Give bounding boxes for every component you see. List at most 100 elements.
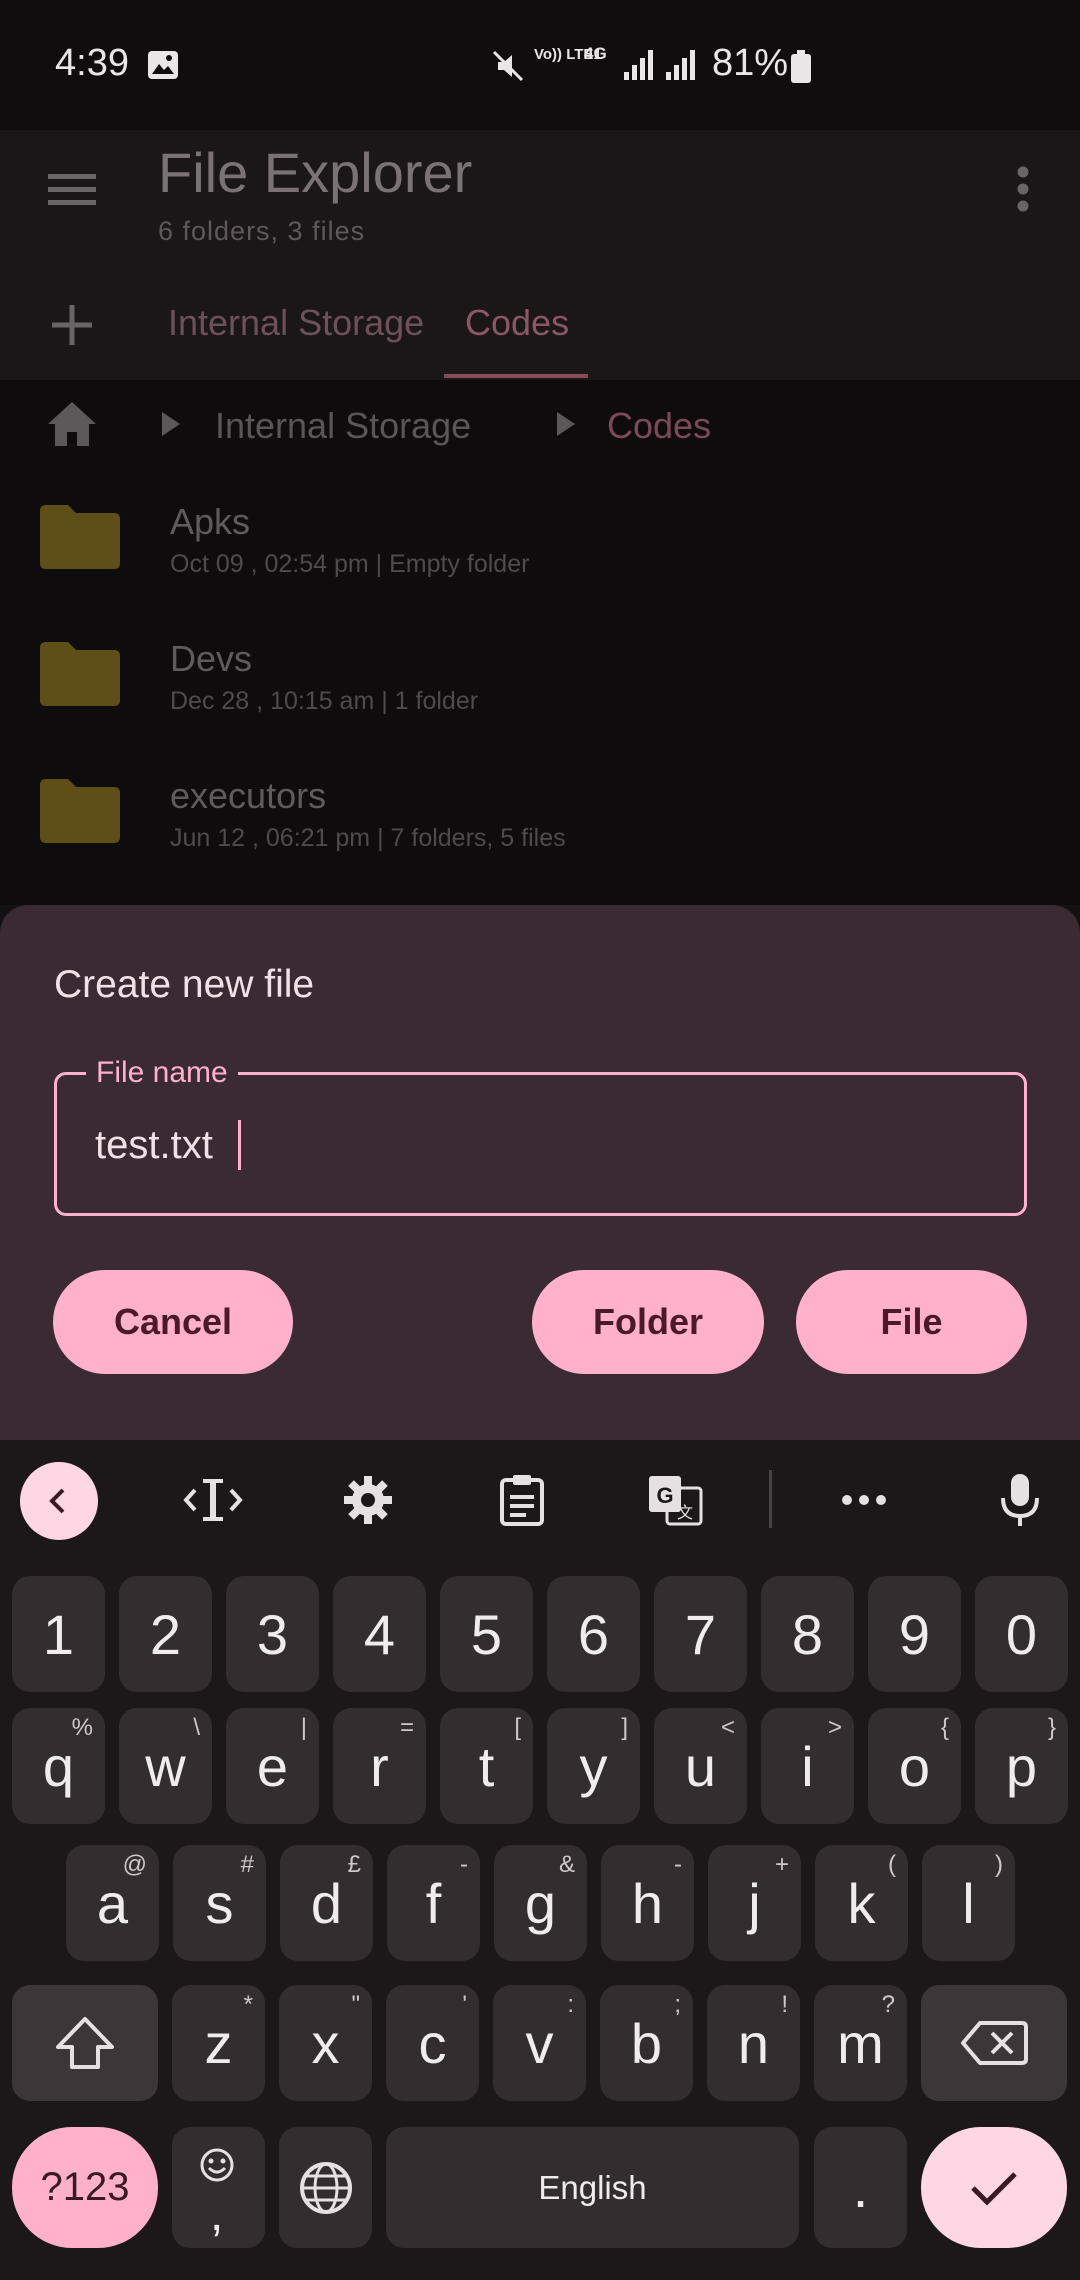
key-b[interactable]: b; [600, 1985, 693, 2101]
key-h[interactable]: h- [601, 1845, 694, 1961]
key-m-label: m [837, 2011, 884, 2075]
key-s[interactable]: s # [173, 1845, 266, 1961]
key-x[interactable]: x " [279, 1985, 372, 2101]
key-9-label: 9 [898, 1602, 931, 1666]
folder-button[interactable]: Folder [532, 1270, 764, 1374]
key-p[interactable]: p} [975, 1708, 1068, 1824]
key-e-label: e [256, 1734, 289, 1798]
keyboard-collapse-button[interactable] [20, 1462, 98, 1540]
translate-icon[interactable]: G文 [637, 1462, 713, 1538]
key-f-label: f [425, 1871, 442, 1935]
key-r[interactable]: r = [333, 1708, 426, 1824]
file-item-name[interactable]: Devs [170, 638, 252, 680]
add-tab-icon[interactable] [52, 305, 92, 345]
space-key[interactable]: English [386, 2127, 799, 2248]
svg-text:文: 文 [677, 1503, 693, 1522]
clipboard-icon[interactable] [484, 1462, 560, 1538]
key-4[interactable]: 4 [333, 1576, 426, 1692]
more-options-icon[interactable] [1015, 166, 1031, 212]
globe-icon [299, 2161, 352, 2214]
key-u-label: u [684, 1734, 717, 1798]
key-n[interactable]: n! [707, 1985, 800, 2101]
period-key[interactable]: . [814, 2127, 907, 2248]
chevron-right-icon [160, 410, 182, 438]
comma-key[interactable]: , [172, 2127, 265, 2248]
key-f-alt-label: - [460, 1851, 468, 1878]
breadcrumb-internal-storage[interactable]: Internal Storage [215, 405, 471, 447]
shift-key[interactable] [12, 1985, 158, 2101]
key-y-label: y [579, 1734, 608, 1798]
backspace-key[interactable] [921, 1985, 1067, 2101]
key-v-label: v [525, 2011, 554, 2075]
folder-icon [40, 505, 120, 569]
file-button[interactable]: File [796, 1270, 1027, 1374]
key-1-label: 1 [42, 1602, 75, 1666]
key-i-alt-label: > [827, 1714, 842, 1741]
breadcrumb-codes[interactable]: Codes [607, 405, 711, 447]
key-z-alt-label: * [243, 1991, 253, 2018]
menu-icon[interactable] [48, 172, 98, 208]
file-item-name[interactable]: Apks [170, 501, 250, 543]
key-o[interactable]: o{ [868, 1708, 961, 1824]
key-1[interactable]: 1 [12, 1576, 105, 1692]
key-q[interactable]: q% [12, 1708, 105, 1824]
key-0-label: 0 [1005, 1602, 1038, 1666]
key-i[interactable]: i > [761, 1708, 854, 1824]
key-z-label: z [204, 2011, 233, 2075]
key-6-label: 6 [577, 1602, 610, 1666]
key-f[interactable]: f- [387, 1845, 480, 1961]
key-y[interactable]: y] [547, 1708, 640, 1824]
key-8[interactable]: 8 [761, 1576, 854, 1692]
cursor-control-icon[interactable] [175, 1462, 251, 1538]
language-key[interactable] [279, 2127, 372, 2248]
key-u[interactable]: u < [654, 1708, 747, 1824]
text-caret [238, 1120, 241, 1170]
key-l[interactable]: l) [922, 1845, 1015, 1961]
key-j[interactable]: j + [708, 1845, 801, 1961]
key-v[interactable]: v: [493, 1985, 586, 2101]
key-2[interactable]: 2 [119, 1576, 212, 1692]
tab-codes[interactable]: Codes [465, 302, 569, 344]
svg-text:G: G [656, 1483, 673, 1508]
settings-icon[interactable] [330, 1462, 406, 1538]
key-k[interactable]: k( [815, 1845, 908, 1961]
key-u-alt-label: < [720, 1714, 735, 1741]
4g-indicator: 4G [584, 44, 607, 63]
symbols-key[interactable]: ?123 [12, 2127, 158, 2248]
key-q-alt-label: % [71, 1714, 93, 1741]
microphone-icon[interactable] [982, 1462, 1058, 1538]
key-g[interactable]: g & [494, 1845, 587, 1961]
folder-icon [40, 779, 120, 843]
key-6[interactable]: 6 [547, 1576, 640, 1692]
key-g-alt-label: & [558, 1851, 575, 1878]
key-m[interactable]: m? [814, 1985, 907, 2101]
tab-internal-storage[interactable]: Internal Storage [168, 302, 424, 344]
key-3[interactable]: 3 [226, 1576, 319, 1692]
key-o-label: o [898, 1734, 931, 1798]
key-9[interactable]: 9 [868, 1576, 961, 1692]
file-name-input[interactable]: test.txt [95, 1123, 213, 1168]
home-icon[interactable] [46, 400, 98, 448]
key-z[interactable]: z * [172, 1985, 265, 2101]
battery-icon [790, 50, 812, 84]
key-c[interactable]: c ' [386, 1985, 479, 2101]
key-a[interactable]: a @ [66, 1845, 159, 1961]
done-key[interactable] [921, 2127, 1067, 2248]
key-0[interactable]: 0 [975, 1576, 1068, 1692]
key-t-label: t [478, 1734, 495, 1798]
toolbar-divider [769, 1470, 772, 1528]
key-t[interactable]: t[ [440, 1708, 533, 1824]
cancel-button[interactable]: Cancel [53, 1270, 293, 1374]
key-q-label: q [42, 1734, 75, 1798]
file-item-name[interactable]: executors [170, 775, 326, 817]
key-w[interactable]: w \ [119, 1708, 212, 1824]
emoji-icon [199, 2147, 235, 2183]
key-d[interactable]: d £ [280, 1845, 373, 1961]
key-b-label: b [630, 2011, 663, 2075]
key-e[interactable]: e | [226, 1708, 319, 1824]
key-2-label: 2 [149, 1602, 182, 1666]
key-7[interactable]: 7 [654, 1576, 747, 1692]
key-5[interactable]: 5 [440, 1576, 533, 1692]
key-c-label: c [418, 2011, 447, 2075]
more-tools-icon[interactable] [826, 1462, 902, 1538]
